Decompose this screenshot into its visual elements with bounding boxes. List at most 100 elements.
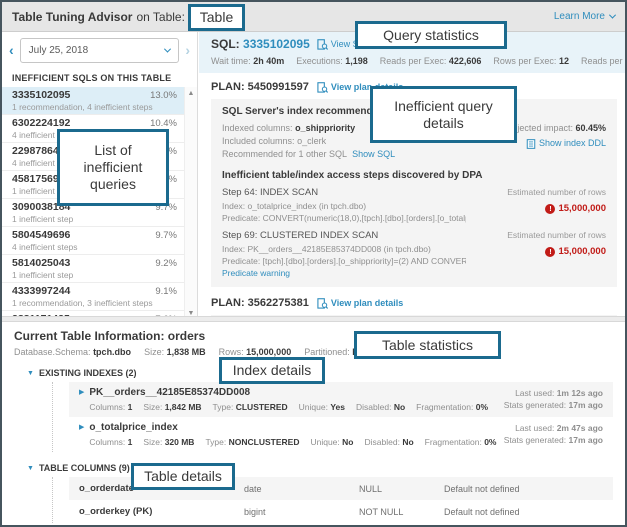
- detail-label: Disabled:: [365, 437, 400, 447]
- sql-list-item[interactable]: 58045496969.7% 4 inefficient steps: [2, 227, 184, 255]
- sql-subtext: 1 recommendation, 3 inefficient steps: [12, 298, 177, 308]
- warning-icon: !: [545, 247, 555, 257]
- page-header: Table Tuning Advisor on Table: orders Le…: [2, 2, 625, 32]
- expand-triangle-icon[interactable]: ▶: [79, 387, 84, 412]
- annotation-inefficient-query-details: Inefficient query details: [370, 86, 517, 143]
- view-plan-details-link[interactable]: View plan details: [317, 298, 403, 309]
- detail-value: CLUSTERED: [236, 402, 288, 412]
- detail-label: Size:: [143, 402, 162, 412]
- table-columns-title: TABLE COLUMNS (9): [39, 463, 130, 473]
- date-select[interactable]: July 25, 2018: [20, 38, 180, 63]
- date-select-value: July 25, 2018: [29, 45, 89, 56]
- sql-list-item[interactable]: 58140250439.2% 1 inefficient step: [2, 255, 184, 283]
- sql-label: SQL:: [211, 37, 240, 51]
- detail-label: Type:: [213, 402, 234, 412]
- stat-value: 1,198: [345, 56, 368, 66]
- plan-label: PLAN:: [211, 297, 245, 309]
- sql-id: 6302224192: [12, 117, 70, 129]
- annotation-table: Table: [188, 4, 245, 31]
- index-row: ▶ o_totalprice_index Columns: 1 Size: 32…: [69, 417, 613, 452]
- step-title: Step 64: INDEX SCAN: [222, 187, 466, 199]
- detail-value: NONCLUSTERED: [229, 437, 300, 447]
- detail-label: Fragmentation:: [425, 437, 482, 447]
- expand-triangle-icon[interactable]: ▶: [79, 422, 84, 447]
- previous-day-button[interactable]: ‹: [9, 43, 14, 57]
- inefficient-step: Step 64: INDEX SCAN Index: o_totalprice_…: [222, 187, 606, 224]
- sql-subtext: 1 recommendation, 4 inefficient steps: [12, 102, 177, 112]
- step-index: Index: PK__orders__42185E85374DD008 (in …: [222, 244, 466, 255]
- detail-label: Columns:: [89, 402, 125, 412]
- sql-list-item[interactable]: 4333997244 9.1% 1 recommendation, 3 ineff…: [2, 283, 184, 311]
- inefficient-step: Step 69: CLUSTERED INDEX SCAN Index: PK_…: [222, 230, 606, 279]
- column-nullable: NOT NULL: [359, 507, 444, 517]
- learn-more-label: Learn More: [554, 11, 605, 22]
- projected-impact-value: 60.45%: [575, 123, 606, 133]
- document-magnifier-icon: [317, 82, 328, 93]
- page-title: Table Tuning Advisor: [12, 10, 132, 24]
- column-name: o_orderkey (PK): [79, 506, 244, 517]
- existing-indexes-block: ▶ PK__orders__42185E85374DD008 Columns: …: [52, 382, 613, 452]
- existing-indexes-title: EXISTING INDEXES (2): [39, 368, 137, 378]
- index-usage: Last used: 1m 12s ago Stats generated: 1…: [504, 387, 603, 412]
- show-sql-link[interactable]: Show SQL: [352, 149, 395, 159]
- step-title: Step 69: CLUSTERED INDEX SCAN: [222, 230, 466, 242]
- query-statistics: Wait time: 2h 40m Executions: 1,198 Read…: [211, 56, 617, 66]
- sql-pct: 13.0%: [150, 90, 177, 102]
- stat-value: 15,000,000: [246, 347, 291, 357]
- inefficient-steps-title: Inefficient table/index access steps dis…: [222, 170, 606, 181]
- indexed-columns-label: Indexed columns:: [222, 123, 293, 133]
- detail-value: Yes: [330, 402, 345, 412]
- chevron-down-icon: [164, 45, 171, 52]
- sql-id: 4333997244: [12, 285, 70, 297]
- detail-value: 0%: [476, 402, 488, 412]
- step-predicate: Predicate: [tpch].[dbo].[orders].[o_ship…: [222, 256, 466, 267]
- detail-value: 320 MB: [165, 437, 195, 447]
- stat-label: Reads per Exec:: [380, 56, 447, 66]
- column-nullable: NULL: [359, 484, 444, 494]
- detail-value: No: [402, 437, 413, 447]
- warning-icon: !: [545, 204, 555, 214]
- list-scrollbar[interactable]: ▲ ▼: [184, 87, 197, 320]
- last-used-label: Last used:: [515, 388, 554, 398]
- predicate-warning-link[interactable]: Predicate warning: [222, 268, 290, 278]
- sql-id-link[interactable]: 3335102095: [243, 37, 310, 51]
- sql-subtext: 4 inefficient steps: [12, 242, 177, 252]
- document-magnifier-icon: [317, 39, 328, 50]
- stat-value: 1,838 MB: [167, 347, 206, 357]
- current-table-information-section: Current Table Information: orders Databa…: [2, 322, 625, 527]
- stat-value: tpch.dbo: [93, 347, 131, 357]
- sql-list-item[interactable]: 3335102095 13.0% 1 recommendation, 4 inef…: [2, 87, 184, 115]
- table-column-row: o_orderkey (PK) bigint NOT NULL Default …: [69, 500, 613, 523]
- stat-value: 422,606: [449, 56, 482, 66]
- estimated-rows-label: Estimated number of rows: [466, 187, 606, 198]
- detail-label: Fragmentation:: [416, 402, 473, 412]
- stats-generated-label: Stats generated:: [504, 400, 566, 410]
- last-used-value: 1m 12s ago: [557, 388, 603, 398]
- next-day-button[interactable]: ›: [185, 43, 190, 57]
- step-predicate: Predicate: CONVERT(numeric(18,0),[tpch].…: [222, 213, 466, 224]
- scroll-up-icon[interactable]: ▲: [185, 90, 197, 97]
- stat-label: Executions:: [296, 56, 343, 66]
- stat-label: Partitioned:: [304, 347, 350, 357]
- learn-more-link[interactable]: Learn More: [554, 11, 615, 22]
- table-columns-header[interactable]: ▼ TABLE COLUMNS (9): [27, 463, 613, 473]
- sql-list-title: INEFFICIENT SQLS ON THIS TABLE: [2, 68, 197, 89]
- detail-value: No: [394, 402, 405, 412]
- detail-value: 0%: [484, 437, 496, 447]
- show-index-ddl-link[interactable]: Show index DDL: [526, 137, 606, 150]
- stat-value: 2h 40m: [253, 56, 284, 66]
- index-name: o_totalprice_index: [89, 422, 496, 434]
- included-columns-value: o_clerk: [297, 136, 326, 146]
- sql-pct: 9.1%: [155, 286, 177, 298]
- annotation-table-statistics: Table statistics: [354, 331, 501, 359]
- stat-label: Wait time:: [211, 56, 251, 66]
- last-used-label: Last used:: [515, 423, 554, 433]
- detail-label: Type:: [205, 437, 226, 447]
- stats-generated-value: 17m ago: [569, 400, 604, 410]
- plan-label: PLAN:: [211, 81, 245, 93]
- sql-id: 3335102095: [12, 89, 70, 101]
- query-detail-panel: SQL: 3335102095 View SQL text Wait time:…: [199, 32, 627, 320]
- stat-label: Size:: [144, 347, 164, 357]
- document-magnifier-icon: [317, 298, 328, 309]
- table-info-title: Current Table Information: orders: [14, 329, 613, 343]
